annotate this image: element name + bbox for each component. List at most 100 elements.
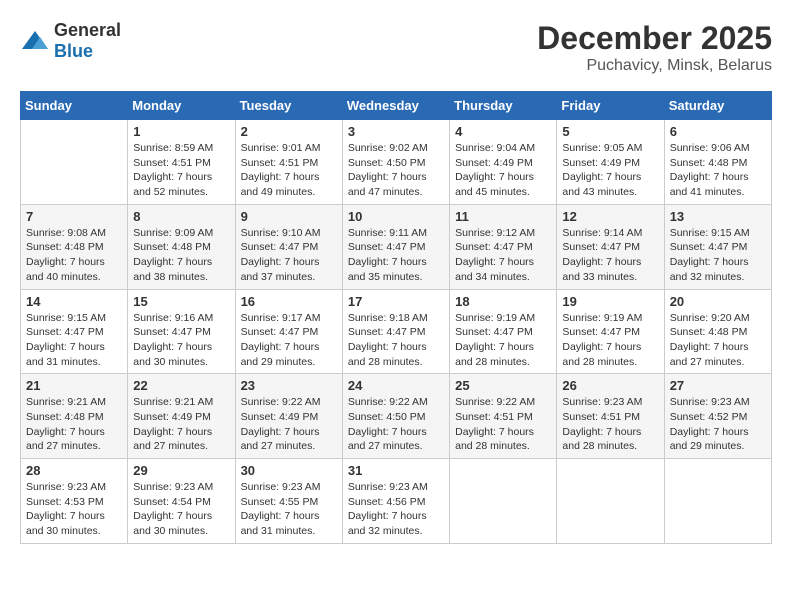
day-info: Sunrise: 9:15 AMSunset: 4:47 PMDaylight:… — [670, 226, 766, 285]
page-header: General Blue December 2025 Puchavicy, Mi… — [20, 20, 772, 75]
day-number: 11 — [455, 209, 551, 224]
day-number: 24 — [348, 378, 444, 393]
day-number: 26 — [562, 378, 658, 393]
day-info: Sunrise: 9:12 AMSunset: 4:47 PMDaylight:… — [455, 226, 551, 285]
calendar-cell: 6 Sunrise: 9:06 AMSunset: 4:48 PMDaylight… — [664, 120, 771, 205]
day-number: 18 — [455, 294, 551, 309]
calendar-cell: 16 Sunrise: 9:17 AMSunset: 4:47 PMDayligh… — [235, 289, 342, 374]
logo: General Blue — [20, 20, 121, 62]
calendar-week-1: 1 Sunrise: 8:59 AMSunset: 4:51 PMDaylight… — [21, 120, 772, 205]
calendar-header-row: SundayMondayTuesdayWednesdayThursdayFrid… — [21, 92, 772, 120]
day-info: Sunrise: 9:23 AMSunset: 4:55 PMDaylight:… — [241, 480, 337, 539]
calendar-cell: 23 Sunrise: 9:22 AMSunset: 4:49 PMDayligh… — [235, 374, 342, 459]
day-info: Sunrise: 9:11 AMSunset: 4:47 PMDaylight:… — [348, 226, 444, 285]
day-number: 10 — [348, 209, 444, 224]
day-info: Sunrise: 9:21 AMSunset: 4:48 PMDaylight:… — [26, 395, 122, 454]
day-info: Sunrise: 9:18 AMSunset: 4:47 PMDaylight:… — [348, 311, 444, 370]
day-info: Sunrise: 9:16 AMSunset: 4:47 PMDaylight:… — [133, 311, 229, 370]
calendar-cell: 11 Sunrise: 9:12 AMSunset: 4:47 PMDayligh… — [450, 204, 557, 289]
day-number: 9 — [241, 209, 337, 224]
day-info: Sunrise: 9:22 AMSunset: 4:51 PMDaylight:… — [455, 395, 551, 454]
day-number: 20 — [670, 294, 766, 309]
calendar-cell: 12Sunrise: 9:14 AMSunset: 4:47 PMDayligh… — [557, 204, 664, 289]
day-info: Sunrise: 9:23 AMSunset: 4:54 PMDaylight:… — [133, 480, 229, 539]
calendar-table: SundayMondayTuesdayWednesdayThursdayFrid… — [20, 91, 772, 544]
day-number: 3 — [348, 124, 444, 139]
day-info: Sunrise: 9:15 AMSunset: 4:47 PMDaylight:… — [26, 311, 122, 370]
day-info: Sunrise: 9:01 AMSunset: 4:51 PMDaylight:… — [241, 141, 337, 200]
day-info: Sunrise: 9:22 AMSunset: 4:49 PMDaylight:… — [241, 395, 337, 454]
calendar-cell: 2Sunrise: 9:01 AMSunset: 4:51 PMDaylight… — [235, 120, 342, 205]
day-info: Sunrise: 9:04 AMSunset: 4:49 PMDaylight:… — [455, 141, 551, 200]
day-info: Sunrise: 9:21 AMSunset: 4:49 PMDaylight:… — [133, 395, 229, 454]
calendar-cell: 17Sunrise: 9:18 AMSunset: 4:47 PMDayligh… — [342, 289, 449, 374]
day-number: 28 — [26, 463, 122, 478]
col-header-sunday: Sunday — [21, 92, 128, 120]
calendar-cell: 13 Sunrise: 9:15 AMSunset: 4:47 PMDayligh… — [664, 204, 771, 289]
calendar-week-3: 14 Sunrise: 9:15 AMSunset: 4:47 PMDayligh… — [21, 289, 772, 374]
day-info: Sunrise: 9:23 AMSunset: 4:53 PMDaylight:… — [26, 480, 122, 539]
col-header-friday: Friday — [557, 92, 664, 120]
day-number: 16 — [241, 294, 337, 309]
calendar-cell: 29Sunrise: 9:23 AMSunset: 4:54 PMDayligh… — [128, 459, 235, 544]
calendar-cell: 20Sunrise: 9:20 AMSunset: 4:48 PMDayligh… — [664, 289, 771, 374]
day-info: Sunrise: 9:05 AMSunset: 4:49 PMDaylight:… — [562, 141, 658, 200]
calendar-cell — [557, 459, 664, 544]
day-number: 1 — [133, 124, 229, 139]
calendar-cell: 8Sunrise: 9:09 AMSunset: 4:48 PMDaylight… — [128, 204, 235, 289]
day-number: 4 — [455, 124, 551, 139]
calendar-cell: 9 Sunrise: 9:10 AMSunset: 4:47 PMDaylight… — [235, 204, 342, 289]
day-number: 8 — [133, 209, 229, 224]
col-header-tuesday: Tuesday — [235, 92, 342, 120]
calendar-cell: 27 Sunrise: 9:23 AMSunset: 4:52 PMDayligh… — [664, 374, 771, 459]
calendar-cell: 19 Sunrise: 9:19 AMSunset: 4:47 PMDayligh… — [557, 289, 664, 374]
day-number: 23 — [241, 378, 337, 393]
calendar-cell: 3 Sunrise: 9:02 AMSunset: 4:50 PMDaylight… — [342, 120, 449, 205]
logo-blue: Blue — [54, 41, 93, 61]
day-number: 31 — [348, 463, 444, 478]
day-info: Sunrise: 9:22 AMSunset: 4:50 PMDaylight:… — [348, 395, 444, 454]
day-number: 7 — [26, 209, 122, 224]
logo-text: General Blue — [54, 20, 121, 62]
calendar-cell: 21Sunrise: 9:21 AMSunset: 4:48 PMDayligh… — [21, 374, 128, 459]
calendar-cell: 18 Sunrise: 9:19 AMSunset: 4:47 PMDayligh… — [450, 289, 557, 374]
day-number: 13 — [670, 209, 766, 224]
day-info: Sunrise: 9:10 AMSunset: 4:47 PMDaylight:… — [241, 226, 337, 285]
calendar-cell: 5Sunrise: 9:05 AMSunset: 4:49 PMDaylight… — [557, 120, 664, 205]
col-header-thursday: Thursday — [450, 92, 557, 120]
day-info: Sunrise: 9:08 AMSunset: 4:48 PMDaylight:… — [26, 226, 122, 285]
day-info: Sunrise: 8:59 AMSunset: 4:51 PMDaylight:… — [133, 141, 229, 200]
day-info: Sunrise: 9:17 AMSunset: 4:47 PMDaylight:… — [241, 311, 337, 370]
day-number: 19 — [562, 294, 658, 309]
day-info: Sunrise: 9:23 AMSunset: 4:51 PMDaylight:… — [562, 395, 658, 454]
day-info: Sunrise: 9:02 AMSunset: 4:50 PMDaylight:… — [348, 141, 444, 200]
calendar-cell: 14 Sunrise: 9:15 AMSunset: 4:47 PMDayligh… — [21, 289, 128, 374]
day-number: 12 — [562, 209, 658, 224]
day-number: 27 — [670, 378, 766, 393]
day-number: 6 — [670, 124, 766, 139]
day-info: Sunrise: 9:23 AMSunset: 4:52 PMDaylight:… — [670, 395, 766, 454]
calendar-cell: 10 Sunrise: 9:11 AMSunset: 4:47 PMDayligh… — [342, 204, 449, 289]
month-title: December 2025 — [537, 20, 772, 57]
calendar-cell: 28 Sunrise: 9:23 AMSunset: 4:53 PMDayligh… — [21, 459, 128, 544]
logo-general: General — [54, 20, 121, 40]
calendar-cell: 31Sunrise: 9:23 AMSunset: 4:56 PMDayligh… — [342, 459, 449, 544]
calendar-cell — [21, 120, 128, 205]
day-number: 14 — [26, 294, 122, 309]
calendar-cell: 15 Sunrise: 9:16 AMSunset: 4:47 PMDayligh… — [128, 289, 235, 374]
day-info: Sunrise: 9:19 AMSunset: 4:47 PMDaylight:… — [455, 311, 551, 370]
day-info: Sunrise: 9:19 AMSunset: 4:47 PMDaylight:… — [562, 311, 658, 370]
calendar-week-5: 28 Sunrise: 9:23 AMSunset: 4:53 PMDayligh… — [21, 459, 772, 544]
day-number: 30 — [241, 463, 337, 478]
col-header-wednesday: Wednesday — [342, 92, 449, 120]
calendar-cell: 26 Sunrise: 9:23 AMSunset: 4:51 PMDayligh… — [557, 374, 664, 459]
calendar-cell: 24 Sunrise: 9:22 AMSunset: 4:50 PMDayligh… — [342, 374, 449, 459]
day-info: Sunrise: 9:06 AMSunset: 4:48 PMDaylight:… — [670, 141, 766, 200]
calendar-cell — [450, 459, 557, 544]
calendar-cell: 22Sunrise: 9:21 AMSunset: 4:49 PMDayligh… — [128, 374, 235, 459]
calendar-cell: 30 Sunrise: 9:23 AMSunset: 4:55 PMDayligh… — [235, 459, 342, 544]
calendar-week-4: 21Sunrise: 9:21 AMSunset: 4:48 PMDayligh… — [21, 374, 772, 459]
col-header-monday: Monday — [128, 92, 235, 120]
col-header-saturday: Saturday — [664, 92, 771, 120]
day-number: 15 — [133, 294, 229, 309]
